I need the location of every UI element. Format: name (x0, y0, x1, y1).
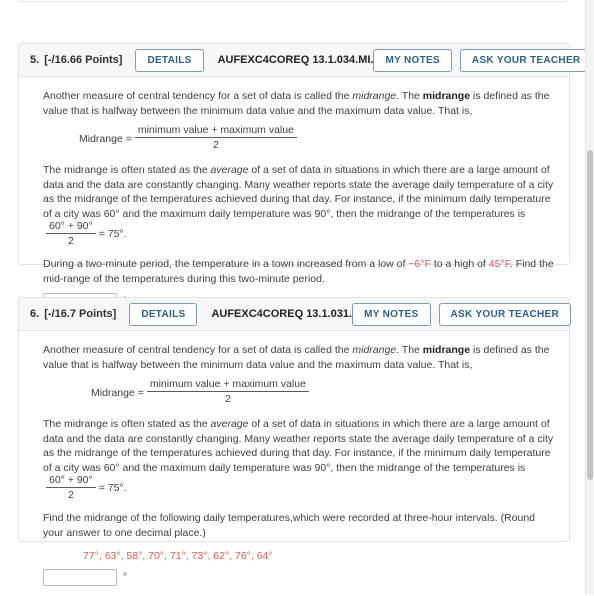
formula-numerator-6: minimum value + maximum value (146, 378, 309, 392)
question-header-6: 6. [-/16.7 Points] DETAILS AUFEXC4COREQ … (19, 298, 572, 331)
question-prompt-6: Find the midrange of the following daily… (43, 512, 536, 539)
question-points-5: [-/16.66 Points] (44, 54, 123, 66)
intro-text-b-6: . The (396, 344, 423, 356)
intro-text-a-5: Another measure of central tendency for … (43, 90, 353, 102)
midrange-formula-6: Midrange = minimum value + maximum value… (43, 378, 555, 406)
midrange-definition-paragraph-5: Another measure of central tendency for … (43, 89, 555, 118)
formula-label-6: Midrange = (91, 386, 144, 399)
question-id-5: AUFEXC4COREQ 13.1.034.MI. (217, 54, 374, 66)
formula-numerator-5: minimum value + maximum value (134, 124, 297, 138)
example-numerator-6: 60° + 90° (46, 474, 96, 488)
example-equation-6: 60° + 90° 2 = 75°. (43, 474, 127, 502)
midrange-explanation-paragraph-6: The midrange is often stated as the aver… (43, 417, 555, 502)
high-temperature-value: 45°F (488, 258, 510, 270)
explanation-text-a-5: The midrange is often stated as the (43, 164, 211, 176)
question-id-6: AUFEXC4COREQ 13.1.031. (211, 308, 353, 320)
low-temperature-value: −6°F (408, 258, 431, 270)
details-button-5[interactable]: DETAILS (135, 48, 204, 72)
header-actions-6: MY NOTES ASK YOUR TEACHER (352, 302, 572, 326)
question-card-6: 6. [-/16.7 Points] DETAILS AUFEXC4COREQ … (18, 297, 572, 586)
ask-your-teacher-button-6[interactable]: ASK YOUR TEACHER (438, 302, 572, 326)
question-header-5: 5. [-/16.66 Points] DETAILS AUFEXC4COREQ… (19, 44, 593, 77)
explanation-text-a-6: The midrange is often stated as the (43, 418, 211, 430)
intro-text-b-5: . The (396, 90, 423, 102)
my-notes-button-5[interactable]: MY NOTES (373, 48, 452, 72)
formula-fraction-5: minimum value + maximum value 2 (134, 124, 297, 151)
example-fraction-5: 60° + 90° 2 (46, 220, 96, 247)
example-result-5: = 75°. (98, 228, 127, 241)
example-numerator-5: 60° + 90° (46, 220, 96, 234)
answer-row-6: ° (43, 569, 555, 586)
example-result-6: = 75°. (98, 482, 127, 495)
example-denominator-6: 2 (67, 489, 74, 501)
page-scrollbar-thumb[interactable] (587, 150, 593, 480)
midrange-italic-6: midrange (352, 344, 397, 356)
prompt-text-a-5: During a two-minute period, the temperat… (43, 258, 409, 270)
example-fraction-6: 60° + 90° 2 (46, 474, 96, 501)
header-actions-5: MY NOTES ASK YOUR TEACHER (373, 48, 593, 72)
assignment-page: 5. [-/16.66 Points] DETAILS AUFEXC4COREQ… (0, 0, 593, 595)
question-body-5: Another measure of central tendency for … (19, 77, 569, 320)
formula-fraction-6: minimum value + maximum value 2 (146, 378, 309, 405)
formula-label-5: Midrange = (79, 132, 132, 145)
midrange-italic-5: midrange (352, 90, 397, 102)
question-body-6: Another measure of central tendency for … (19, 331, 569, 596)
example-equation-5: 60° + 90° 2 = 75°. (43, 220, 127, 248)
question-points-6: [-/16.7 Points] (44, 308, 117, 320)
temperature-data-list: 77°, 63°, 58°, 70°, 71°, 73°, 62°, 76°, … (83, 550, 273, 562)
question-card-5: 5. [-/16.66 Points] DETAILS AUFEXC4COREQ… (18, 43, 593, 310)
intro-text-a-6: Another measure of central tendency for … (43, 344, 353, 356)
my-notes-button-6[interactable]: MY NOTES (352, 302, 431, 326)
previous-question-card-stub (18, 0, 568, 2)
prompt-text-b-5: to a high of (430, 258, 489, 270)
average-italic-5: average (210, 164, 249, 176)
page-scrollbar[interactable] (585, 0, 594, 595)
midrange-definition-paragraph-6: Another measure of central tendency for … (43, 343, 555, 372)
answer-unit-6: ° (123, 572, 127, 583)
question-number-5: 5. (30, 54, 40, 66)
question-number-6: 6. (30, 308, 40, 320)
ask-your-teacher-button-5[interactable]: ASK YOUR TEACHER (459, 48, 593, 72)
answer-input-6[interactable] (43, 569, 117, 586)
example-denominator-5: 2 (67, 235, 74, 247)
midrange-explanation-paragraph-5: The midrange is often stated as the aver… (43, 163, 555, 248)
formula-denominator-6: 2 (224, 393, 231, 405)
question-prompt-5: During a two-minute period, the temperat… (43, 257, 555, 286)
midrange-bold-5: midrange (422, 90, 471, 102)
details-button-6[interactable]: DETAILS (129, 302, 198, 326)
midrange-bold-6: midrange (422, 344, 471, 356)
formula-denominator-5: 2 (212, 139, 219, 151)
midrange-formula-5: Midrange = minimum value + maximum value… (43, 124, 555, 152)
average-italic-6: average (210, 418, 249, 430)
